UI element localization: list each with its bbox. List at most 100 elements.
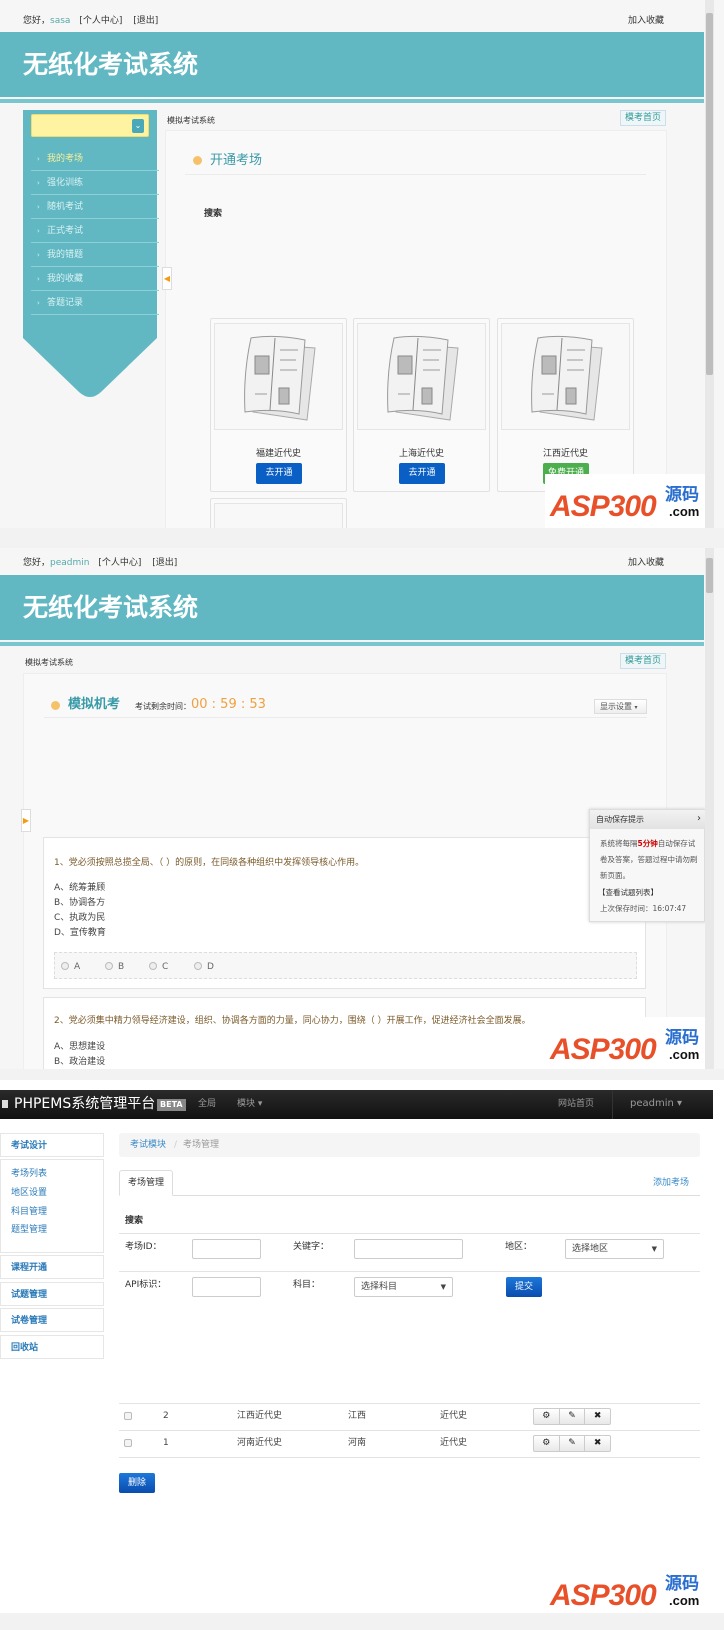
nav-site-home[interactable]: 网站首页	[558, 1100, 594, 1109]
autosave-text: 系统将每隔	[600, 839, 638, 848]
greeting: 您好，	[23, 558, 51, 568]
logout-link[interactable]: [退出]	[152, 558, 177, 568]
paper-icon	[357, 323, 486, 430]
sidebar-head-papers[interactable]: 试卷管理	[0, 1308, 104, 1332]
edit-icon[interactable]: ✎	[560, 1409, 586, 1424]
delete-icon[interactable]: ✖	[585, 1436, 610, 1451]
bookmark-link[interactable]: 加入收藏	[628, 559, 664, 568]
caret-down-icon: ▾	[634, 704, 638, 711]
course-select[interactable]: ⌄	[31, 114, 149, 137]
delete-icon[interactable]: ✖	[585, 1409, 610, 1424]
region-select[interactable]: 选择地区 ▼	[565, 1239, 664, 1259]
row-checkbox[interactable]	[124, 1439, 132, 1447]
top-bar: 您好，peadmin [个人中心] [退出]	[23, 559, 177, 568]
radio-a[interactable]: A	[61, 962, 80, 972]
add-exam-link[interactable]: 添加考场	[653, 1179, 689, 1188]
sidebar-item-subject-management[interactable]: 科目管理	[11, 1208, 47, 1217]
cell-region: 河南	[348, 1438, 367, 1448]
logout-link[interactable]: [退出]	[133, 16, 158, 26]
sidebar-item-random-exam[interactable]: › 随机考试	[31, 195, 159, 219]
header-stripe	[0, 642, 704, 646]
expand-sidebar-button[interactable]: ▶	[21, 809, 31, 832]
sidebar-item-exam-list[interactable]: 考场列表	[11, 1170, 47, 1179]
delete-button[interactable]: 删除	[119, 1473, 155, 1493]
chevron-right-icon: ›	[37, 251, 40, 259]
collapse-sidebar-button[interactable]: ◀	[162, 267, 172, 290]
keyword-input[interactable]	[354, 1239, 463, 1259]
exam-card: 上海近代史 去开通	[353, 318, 490, 492]
exam-id-input[interactable]	[192, 1239, 261, 1259]
autosave-panel: 自动保存提示 › 系统将每隔5分钟自动保存试卷及答案，答题过程中请勿刷新页面。 …	[589, 809, 705, 922]
brand[interactable]: PHPEMS系统管理平台	[14, 1097, 155, 1111]
sidebar-item-region-settings[interactable]: 地区设置	[11, 1189, 47, 1198]
header-stripe	[0, 99, 704, 103]
radio-b[interactable]: B	[105, 962, 124, 972]
submit-button[interactable]: 提交	[506, 1277, 542, 1297]
sidebar-item-label: 强化训练	[47, 178, 84, 188]
sidebar-item-label: 随机考试	[47, 202, 84, 212]
option-c: C、执政为民	[54, 913, 106, 923]
breadcrumb: 考试模块 / 考场管理	[119, 1133, 700, 1157]
region-label: 地区：	[505, 1242, 533, 1252]
breadcrumb-link[interactable]: 考试模块	[130, 1141, 166, 1150]
caret-down-icon: ▼	[651, 1245, 657, 1253]
tab-exam-management[interactable]: 考场管理	[119, 1170, 173, 1196]
sidebar-item-favorites[interactable]: › 我的收藏	[31, 267, 159, 291]
sidebar-item-training[interactable]: › 强化训练	[31, 171, 159, 195]
watermark-logo: ASP300 源码 .com	[545, 1563, 710, 1613]
sidebar-head-questions[interactable]: 试题管理	[0, 1282, 104, 1306]
menu-icon	[2, 1100, 8, 1108]
sidebar-head-exam-design[interactable]: 考试设计	[0, 1133, 104, 1157]
edit-icon[interactable]: ✎	[560, 1436, 586, 1451]
username[interactable]: peadmin	[50, 558, 89, 568]
settings-icon[interactable]: ⚙	[534, 1436, 560, 1451]
open-exam-button[interactable]: 去开通	[256, 463, 302, 484]
sidebar-item-my-exams[interactable]: › 我的考场	[31, 147, 159, 171]
nav-global[interactable]: 全局	[198, 1100, 216, 1109]
sidebar-item-answer-records[interactable]: › 答题记录	[31, 291, 159, 315]
autosave-message: 系统将每隔5分钟自动保存试卷及答案，答题过程中请勿刷新页面。	[600, 836, 700, 884]
chevron-right-icon: ›	[37, 155, 40, 163]
exam-home-button[interactable]: 模考首页	[620, 653, 666, 669]
display-settings-button[interactable]: 显示设置 ▾	[594, 699, 647, 714]
radio-d[interactable]: D	[194, 962, 214, 972]
option-a: A、思想建设	[54, 1042, 106, 1052]
option-b: B、协调各方	[54, 898, 106, 908]
site-title: 无纸化考试系统	[23, 50, 199, 79]
chevron-right-icon: ›	[37, 203, 40, 211]
view-question-list-link[interactable]: 【查看试题列表】	[598, 889, 658, 897]
chevron-right-icon: ›	[37, 227, 40, 235]
cell-id: 2	[163, 1411, 169, 1421]
row-actions: ⚙ ✎ ✖	[533, 1408, 611, 1425]
scrollbar[interactable]	[705, 0, 714, 528]
scrollbar[interactable]	[705, 548, 714, 1069]
sidebar-item-formal-exam[interactable]: › 正式考试	[31, 219, 159, 243]
user-center-link[interactable]: [个人中心]	[98, 558, 141, 568]
user-center-link[interactable]: [个人中心]	[79, 16, 122, 26]
sidebar-head-courses[interactable]: 课程开通	[0, 1255, 104, 1279]
keyword-label: 关键字：	[293, 1242, 330, 1252]
sidebar-head-recycle-bin[interactable]: 回收站	[0, 1335, 104, 1359]
radio-label: A	[74, 962, 81, 972]
settings-icon[interactable]: ⚙	[534, 1409, 560, 1424]
last-saved-time: 上次保存时间：16:07:47	[600, 904, 687, 913]
sidebar-item-wrong-questions[interactable]: › 我的错题	[31, 243, 159, 267]
bookmark-link[interactable]: 加入收藏	[628, 17, 664, 26]
search-title: 搜索	[125, 1216, 144, 1226]
option-d: D、宣传教育	[54, 928, 106, 938]
nav-modules[interactable]: 模块 ▾	[237, 1100, 262, 1109]
answer-choices: A B C D	[54, 952, 637, 979]
user-menu[interactable]: peadmin ▾	[630, 1099, 682, 1109]
api-input[interactable]	[192, 1277, 261, 1297]
chevron-right-icon[interactable]: ›	[697, 813, 701, 824]
row-checkbox[interactable]	[124, 1412, 132, 1420]
question-text: 2、党必须集中精力领导经济建设，组织、协调各方面的力量，同心协力，围绕（ ）开展…	[54, 1016, 531, 1026]
sidebar-item-question-types[interactable]: 题型管理	[11, 1226, 47, 1235]
subject-select[interactable]: 选择科目 ▼	[354, 1277, 453, 1297]
open-exam-button[interactable]: 去开通	[399, 463, 445, 484]
radio-c[interactable]: C	[149, 962, 168, 972]
username[interactable]: sasa	[50, 16, 70, 26]
exam-home-button[interactable]: 模考首页	[620, 110, 666, 126]
paper-icon	[214, 503, 343, 528]
timer-value: 00 : 59 : 53	[191, 697, 266, 712]
